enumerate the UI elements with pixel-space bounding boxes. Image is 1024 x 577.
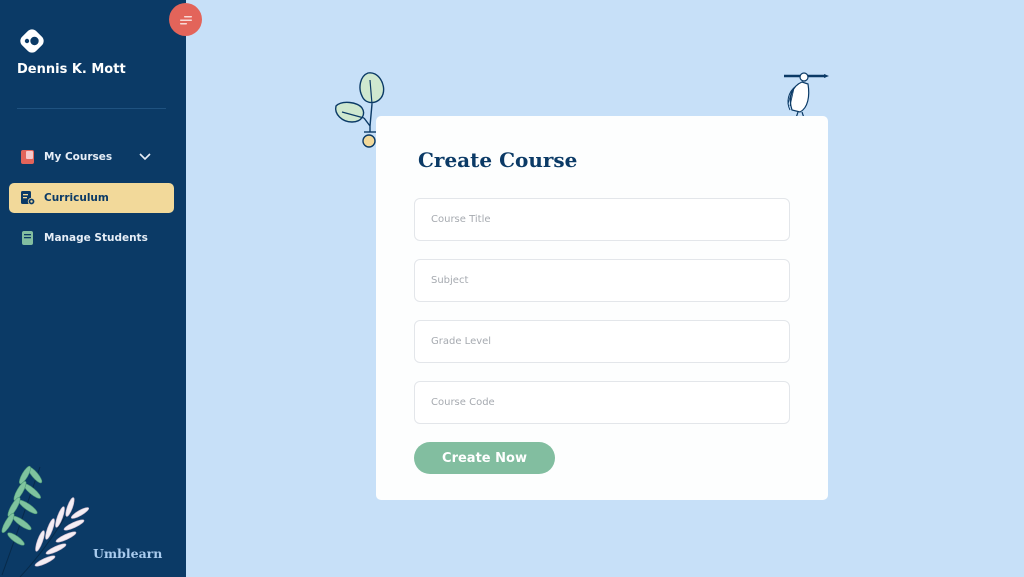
sidebar-divider bbox=[17, 108, 166, 109]
sidebar: Dennis K. Mott My Courses Curriculum Man… bbox=[0, 0, 186, 577]
chevron-down-icon[interactable] bbox=[138, 150, 152, 164]
course-title-input[interactable] bbox=[414, 198, 790, 241]
sidebar-item-label: My Courses bbox=[44, 151, 113, 163]
curriculum-icon bbox=[21, 191, 35, 205]
user-name: Dennis K. Mott bbox=[17, 62, 126, 77]
grade-level-input[interactable] bbox=[414, 320, 790, 363]
menu-toggle-button[interactable] bbox=[169, 3, 202, 36]
course-code-input[interactable] bbox=[414, 381, 790, 424]
page-title: Create Course bbox=[418, 148, 578, 172]
create-now-button[interactable]: Create Now bbox=[414, 442, 555, 474]
brand-name: Umblearn bbox=[93, 546, 163, 561]
students-icon bbox=[22, 231, 33, 245]
sidebar-item-curriculum[interactable]: Curriculum bbox=[9, 183, 174, 213]
menu-icon bbox=[179, 15, 192, 24]
sidebar-item-label: Curriculum bbox=[44, 192, 109, 204]
app-logo-icon bbox=[20, 29, 44, 53]
create-course-card: Create Course Create Now bbox=[376, 116, 828, 500]
sidebar-item-manage-students[interactable]: Manage Students bbox=[9, 223, 174, 253]
bird-illustration bbox=[784, 72, 829, 119]
courses-icon bbox=[21, 150, 34, 164]
subject-input[interactable] bbox=[414, 259, 790, 302]
sidebar-item-my-courses[interactable]: My Courses bbox=[9, 142, 174, 172]
sidebar-item-label: Manage Students bbox=[44, 232, 148, 244]
